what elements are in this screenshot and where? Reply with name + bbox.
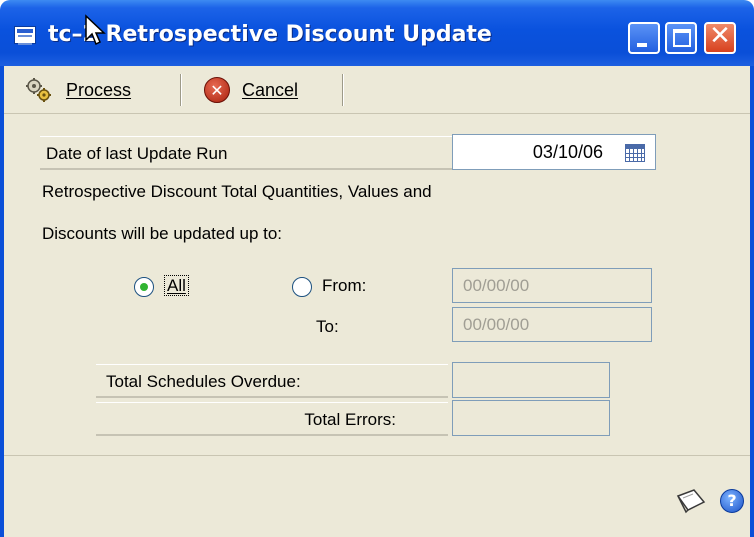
title-bar[interactable]: tc–2 Retrospective Discount Update ✕ — [0, 0, 754, 66]
calendar-icon[interactable] — [625, 144, 645, 162]
close-icon: ✕ — [709, 21, 731, 51]
last-update-date-value: 03/10/06 — [532, 142, 603, 162]
mouse-cursor-icon — [85, 14, 106, 46]
cancel-button[interactable]: ✕ Cancel — [204, 66, 298, 114]
cancel-circle-icon: ✕ — [204, 77, 230, 103]
note-icon[interactable] — [674, 488, 708, 514]
toolbar-separator — [342, 74, 344, 106]
close-button[interactable]: ✕ — [704, 21, 736, 54]
to-date-field: 00/00/00 — [452, 307, 652, 342]
window-frame-right — [750, 66, 754, 537]
window-icon[interactable] — [14, 26, 36, 45]
gears-icon — [26, 78, 51, 102]
footer-bar: ? — [4, 455, 750, 537]
info-text-line1: Retrospective Discount Total Quantities,… — [42, 182, 432, 201]
to-label: To: — [316, 317, 339, 336]
errors-label: Total Errors: — [96, 402, 448, 436]
form-panel: Date of last Update Run 03/10/06 Retrosp… — [4, 114, 750, 455]
minimize-icon — [637, 43, 647, 47]
maximize-icon — [673, 29, 691, 47]
info-text-line2: Discounts will be updated up to: — [42, 224, 283, 243]
radio-all[interactable] — [134, 277, 154, 297]
process-label: Process — [66, 79, 132, 100]
minimize-button[interactable] — [628, 22, 660, 54]
radio-all-label[interactable]: All — [164, 275, 189, 296]
cancel-label: Cancel — [242, 79, 299, 100]
last-update-label: Date of last Update Run — [40, 136, 454, 170]
radio-from[interactable] — [292, 277, 312, 297]
help-icon[interactable]: ? — [720, 489, 744, 513]
overdue-value-field — [452, 362, 610, 398]
toolbar-separator — [180, 74, 182, 106]
overdue-label: Total Schedules Overdue: — [96, 364, 448, 398]
errors-value-field — [452, 400, 610, 436]
from-date-field: 00/00/00 — [452, 268, 652, 303]
window-title: tc–2 Retrospective Discount Update — [48, 22, 492, 47]
toolbar: Process ✕ Cancel — [4, 66, 750, 114]
radio-all-text: All — [164, 275, 189, 296]
radio-from-label[interactable]: From: — [322, 276, 366, 296]
last-update-date-field[interactable]: 03/10/06 — [452, 134, 656, 170]
maximize-button[interactable] — [665, 22, 697, 54]
process-button[interactable]: Process — [24, 66, 131, 114]
